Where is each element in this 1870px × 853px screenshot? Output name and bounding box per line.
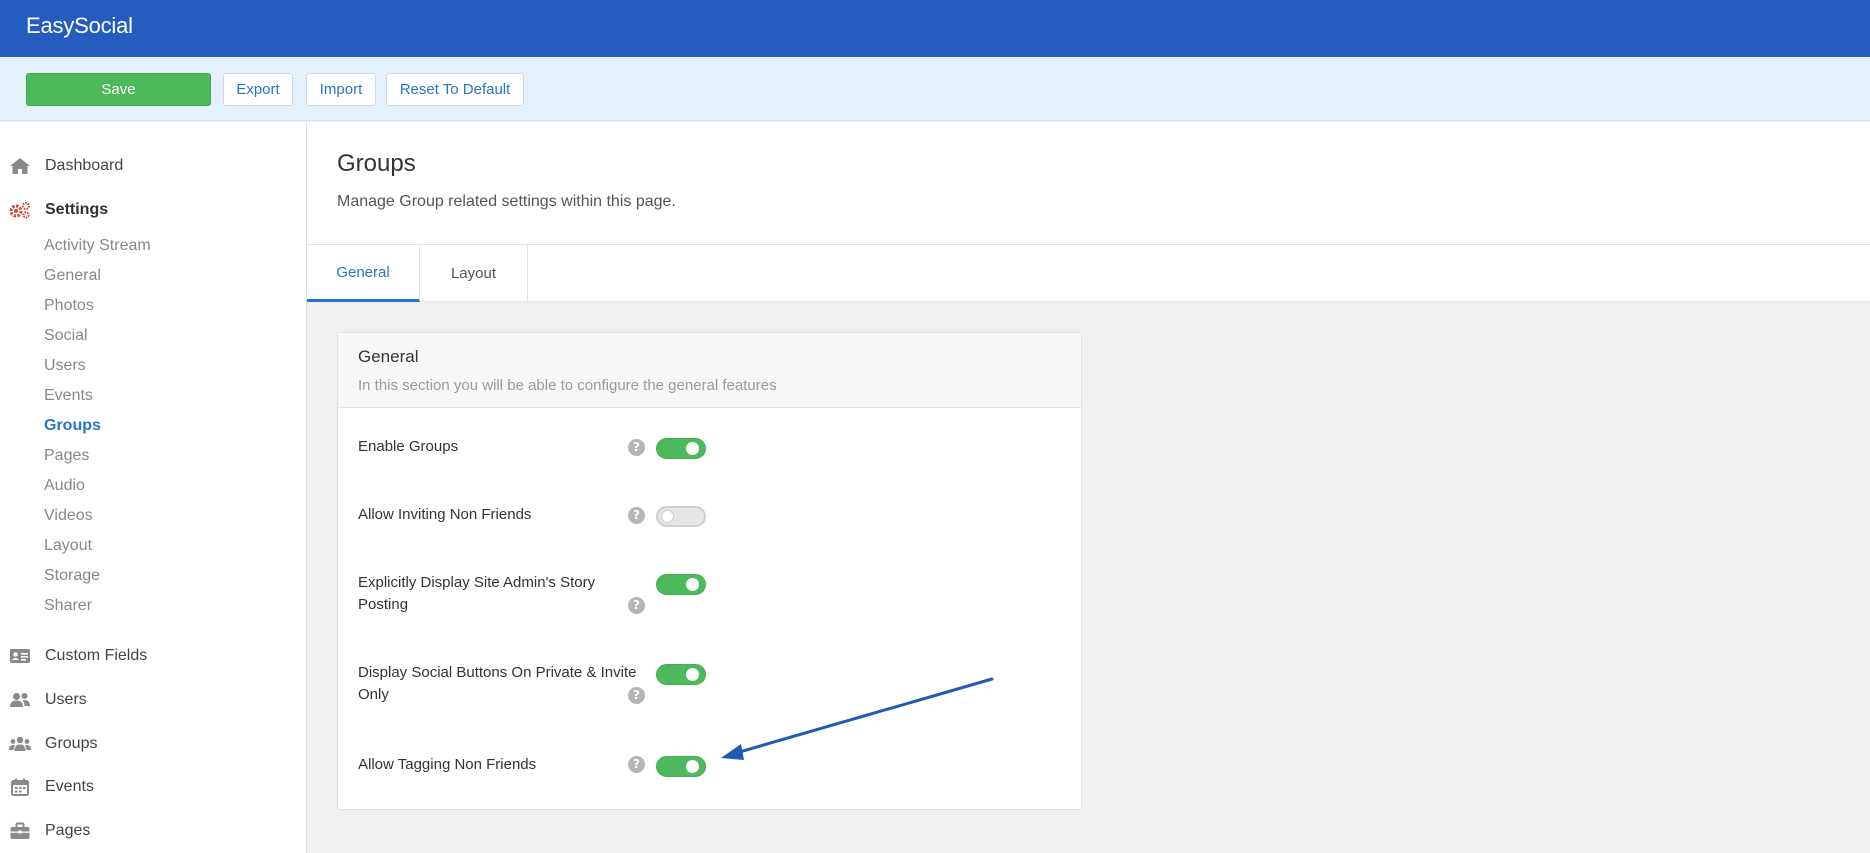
card-title: General: [358, 347, 419, 366]
card-subtitle: In this section you will be able to conf…: [358, 377, 777, 394]
sidebar-item-dashboard[interactable]: Dashboard: [0, 151, 306, 181]
help-icon[interactable]: ?: [628, 597, 645, 614]
toggle-knob: [686, 442, 699, 455]
sidebar-subitem-general[interactable]: General: [44, 265, 101, 287]
sidebar-subitem-audio[interactable]: Audio: [44, 475, 85, 497]
sidebar-subitem-layout[interactable]: Layout: [44, 535, 92, 557]
sidebar-subitem-pages[interactable]: Pages: [44, 445, 89, 467]
reset-to-default-button[interactable]: Reset To Default: [386, 73, 524, 106]
sidebar-item-label: Dashboard: [45, 157, 124, 174]
app-header: EasySocial: [0, 0, 1870, 57]
users-icon: [10, 693, 30, 707]
sidebar-subitem-sharer[interactable]: Sharer: [44, 595, 92, 617]
sidebar-item-label: Groups: [45, 735, 98, 752]
group-icon: [9, 736, 31, 751]
home-icon: [10, 158, 30, 174]
setting-label-enable-groups: Enable Groups: [358, 438, 459, 455]
sidebar-subitem-social[interactable]: Social: [44, 325, 88, 347]
sidebar-item-users[interactable]: Users: [0, 685, 306, 715]
import-button[interactable]: Import: [306, 73, 376, 106]
calendar-icon: [11, 778, 29, 796]
action-toolbar: Save Export Import Reset To Default: [0, 57, 1870, 121]
sidebar-subitem-activity-stream[interactable]: Activity Stream: [44, 235, 151, 257]
sidebar-subitem-groups[interactable]: Groups: [44, 415, 101, 437]
app-title[interactable]: EasySocial: [26, 13, 133, 39]
toggle-allow-inviting-non-friends[interactable]: [656, 506, 706, 527]
id-card-icon: [10, 649, 30, 663]
toggle-display-site-admin-story[interactable]: [656, 574, 706, 595]
briefcase-icon: [10, 822, 30, 839]
setting-label-display-social-buttons: Display Social Buttons On Private & Invi…: [358, 664, 637, 703]
sidebar-subitem-videos[interactable]: Videos: [44, 505, 93, 527]
sidebar-subitem-events[interactable]: Events: [44, 385, 93, 407]
setting-label-allow-tagging-non-friends: Allow Tagging Non Friends: [358, 756, 537, 773]
sidebar-subitem-storage[interactable]: Storage: [44, 565, 100, 587]
sidebar-item-settings[interactable]: Settings: [0, 195, 306, 225]
sidebar-item-pages[interactable]: Pages: [0, 816, 306, 846]
sidebar-subitem-photos[interactable]: Photos: [44, 295, 94, 317]
sidebar-item-label: Users: [45, 691, 87, 708]
sidebar-item-groups[interactable]: Groups: [0, 729, 306, 759]
card-header: General In this section you will be able…: [338, 333, 1081, 408]
help-icon[interactable]: ?: [628, 756, 645, 773]
toggle-knob: [661, 510, 674, 523]
sidebar-item-label: Events: [45, 778, 94, 795]
tab-bar: General Layout: [307, 245, 1870, 302]
tab-general[interactable]: General: [307, 245, 420, 302]
export-button[interactable]: Export: [223, 73, 293, 106]
sidebar-subitem-users[interactable]: Users: [44, 355, 86, 377]
save-button[interactable]: Save: [26, 73, 211, 106]
toggle-knob: [686, 578, 699, 591]
help-icon[interactable]: ?: [628, 687, 645, 704]
tab-layout[interactable]: Layout: [420, 245, 528, 302]
toggle-knob: [686, 668, 699, 681]
toggle-display-social-buttons[interactable]: [656, 664, 706, 685]
setting-label-allow-inviting-non-friends: Allow Inviting Non Friends: [358, 506, 532, 523]
gears-icon: [9, 202, 30, 219]
page-title: Groups: [337, 150, 416, 177]
page-header: Groups Manage Group related settings wit…: [307, 122, 1870, 245]
sidebar-item-label: Pages: [45, 822, 91, 839]
setting-label-display-site-admin-story: Explicitly Display Site Admin's Story Po…: [358, 574, 596, 613]
sidebar-item-label: Settings: [45, 201, 109, 218]
toggle-enable-groups[interactable]: [656, 438, 706, 459]
help-icon[interactable]: ?: [628, 439, 645, 456]
toggle-knob: [686, 760, 699, 773]
general-settings-card: General In this section you will be able…: [337, 332, 1082, 810]
sidebar: Dashboard Settings Activity Stream Gener…: [0, 122, 307, 853]
page-description: Manage Group related settings within thi…: [337, 193, 676, 210]
help-icon[interactable]: ?: [628, 507, 645, 524]
sidebar-item-events[interactable]: Events: [0, 772, 306, 802]
sidebar-item-custom-fields[interactable]: Custom Fields: [0, 641, 306, 671]
toggle-allow-tagging-non-friends[interactable]: [656, 756, 706, 777]
sidebar-item-label: Custom Fields: [45, 647, 148, 664]
